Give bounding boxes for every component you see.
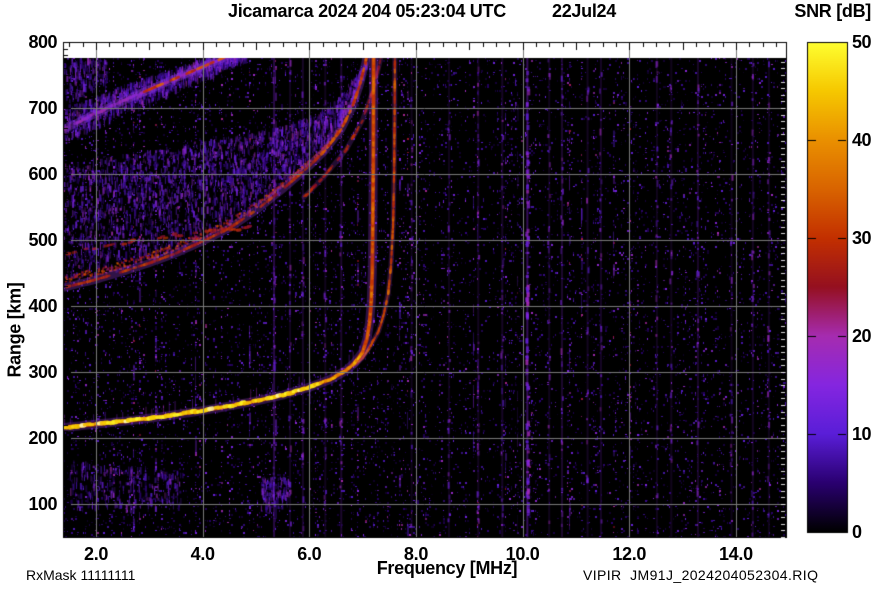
colorbar-tick-label-20: 20 [852, 325, 871, 347]
x-tick-label-12.0: 12.0 [599, 543, 659, 565]
plot-title: Jicamarca 2024 204 05:23:04 UTC [228, 1, 506, 22]
y-tick-label-700: 700 [17, 97, 57, 119]
colorbar-tick-label-50: 50 [852, 31, 871, 53]
y-tick-label-400: 400 [17, 295, 57, 317]
x-tick-label-2.0: 2.0 [66, 543, 126, 565]
y-tick-label-300: 300 [17, 361, 57, 383]
colorbar-tick-label-0: 0 [852, 521, 862, 543]
y-tick-label-100: 100 [17, 493, 57, 515]
x-tick-label-8.0: 8.0 [386, 543, 446, 565]
colorbar-title: SNR [dB] [794, 1, 871, 22]
plot-date: 22Jul24 [552, 1, 616, 22]
footer-filename: VIPIR JM91J_2024204052304.RIQ [583, 567, 818, 583]
ionogram-canvas [0, 0, 874, 595]
footer-rxmask: RxMask 11111111 [26, 567, 135, 583]
y-tick-label-200: 200 [17, 427, 57, 449]
y-tick-label-600: 600 [17, 163, 57, 185]
x-tick-label-4.0: 4.0 [173, 543, 233, 565]
y-tick-label-500: 500 [17, 229, 57, 251]
x-tick-label-6.0: 6.0 [279, 543, 339, 565]
x-tick-label-14.0: 14.0 [706, 543, 766, 565]
y-tick-label-800: 800 [17, 31, 57, 53]
x-tick-label-10.0: 10.0 [493, 543, 553, 565]
colorbar-tick-label-10: 10 [852, 423, 871, 445]
colorbar-tick-label-30: 30 [852, 227, 871, 249]
colorbar-tick-label-40: 40 [852, 129, 871, 151]
ionogram-figure: Jicamarca 2024 204 05:23:04 UTC 22Jul24 … [0, 0, 874, 595]
